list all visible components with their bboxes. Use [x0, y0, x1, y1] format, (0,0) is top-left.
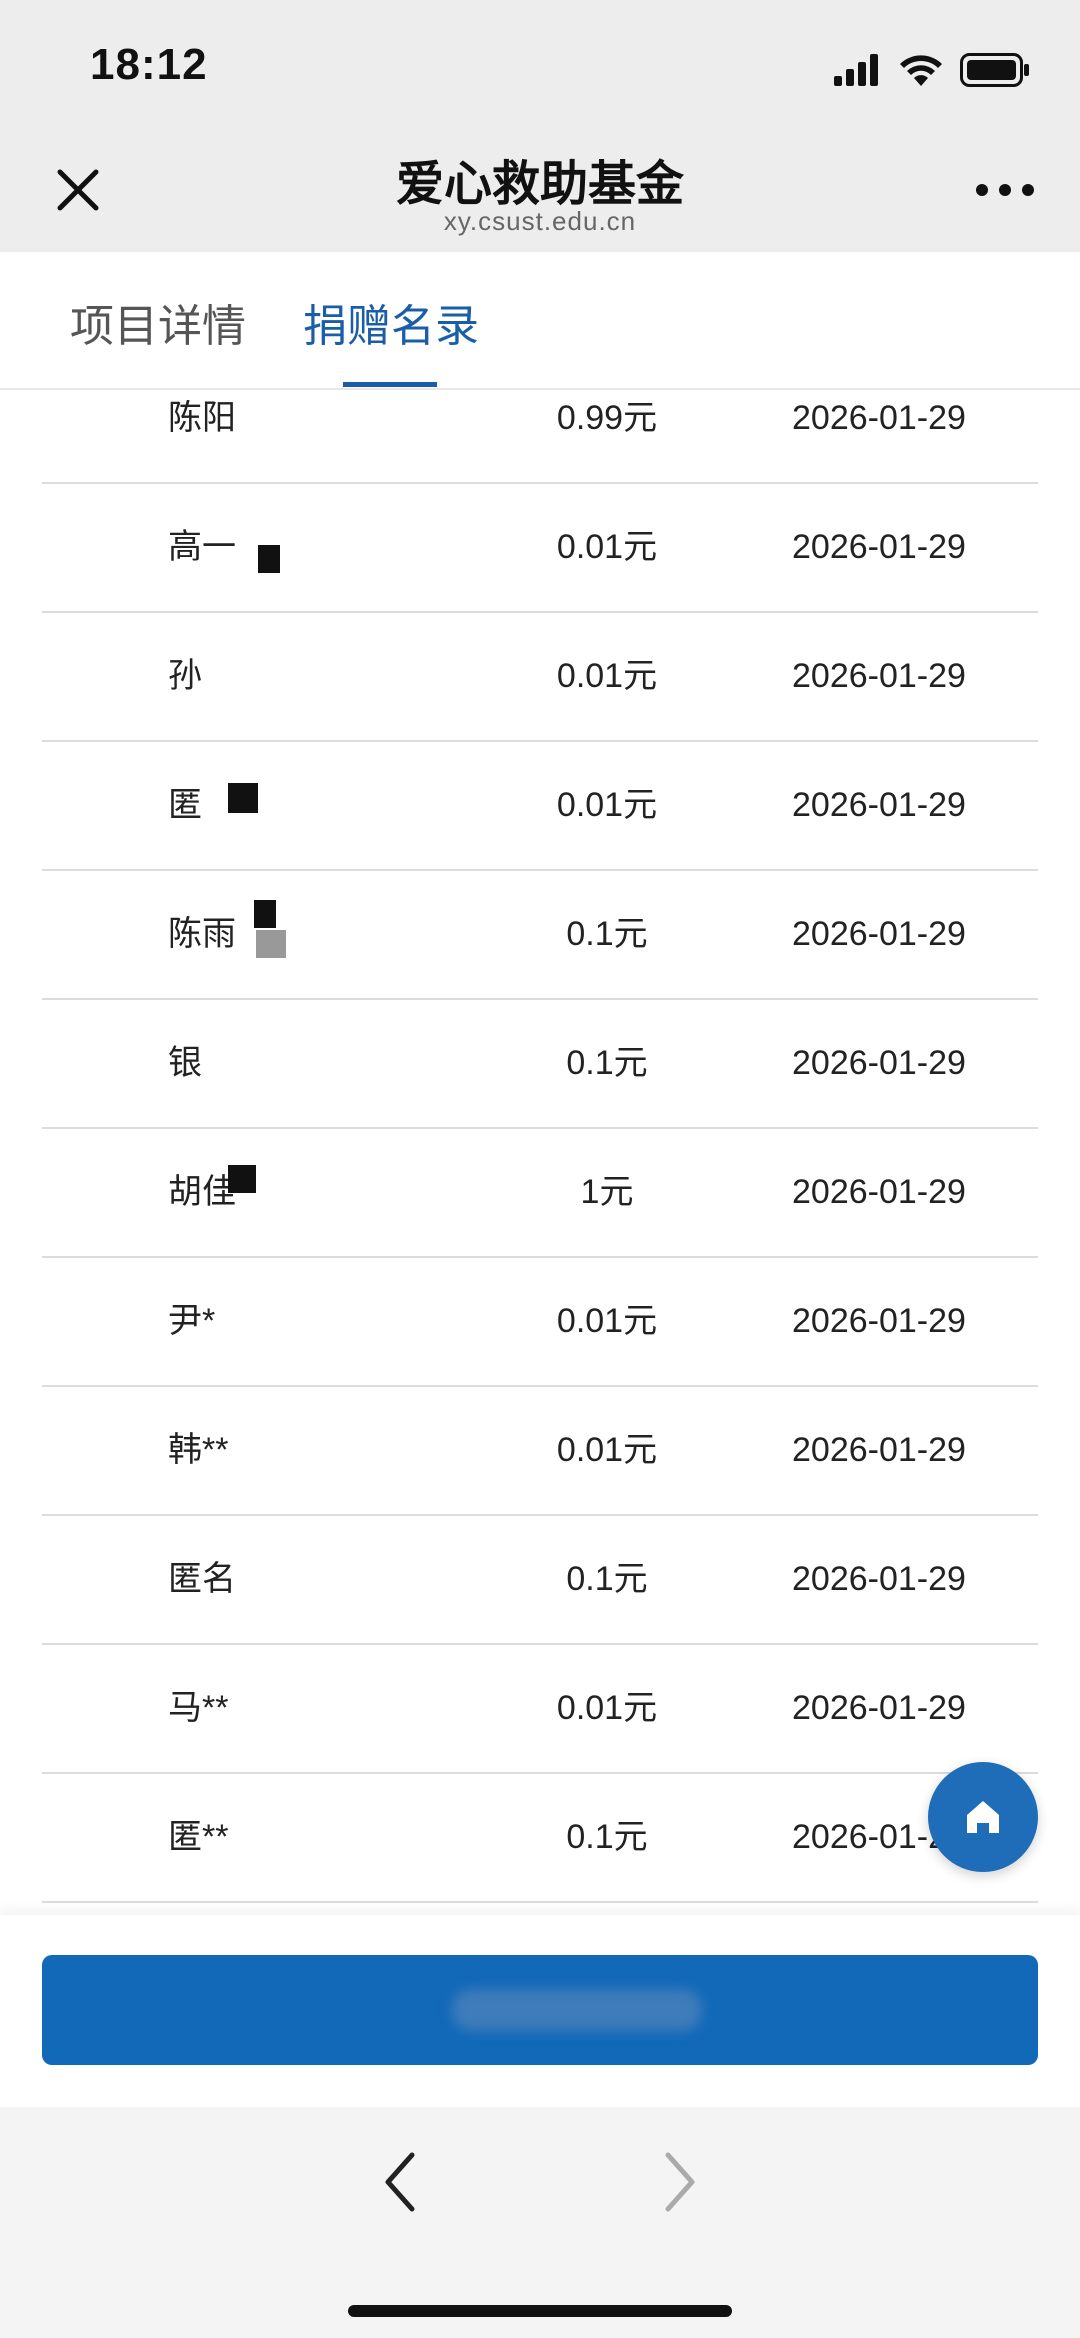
- back-button[interactable]: [380, 2147, 420, 2217]
- donation-date: 2026-01-29: [792, 1689, 966, 1727]
- donation-date: 2026-01-29: [792, 1560, 966, 1598]
- list-item: 陈雨 0.1元 2026-01-29: [42, 871, 1038, 1000]
- donor-name: 陈雨: [168, 915, 236, 953]
- donation-amount: 1元: [580, 1173, 634, 1211]
- list-item: 陈阳 0.99元 2026-01-29: [42, 390, 1038, 484]
- donation-amount: 0.01元: [556, 786, 658, 824]
- donation-amount: 0.1元: [566, 915, 648, 953]
- tab-donor-list[interactable]: 捐赠名录: [303, 290, 479, 354]
- more-button[interactable]: [970, 170, 1040, 210]
- wifi-icon: [900, 55, 942, 86]
- forward-button[interactable]: [660, 2147, 700, 2217]
- donor-name: 高一: [168, 528, 236, 566]
- list-item: 银 0.1元 2026-01-29: [42, 1000, 1038, 1129]
- back-icon: [385, 2152, 415, 2212]
- donation-amount: 0.1元: [566, 1818, 648, 1856]
- donor-name: 匿**: [168, 1818, 229, 1856]
- donation-date: 2026-01-29: [792, 1044, 966, 1082]
- forward-icon: [665, 2152, 695, 2212]
- donation-date: 2026-01-29: [792, 657, 966, 695]
- list-item: 孙 0.01元 2026-01-29: [42, 613, 1038, 742]
- donation-amount: 0.01元: [556, 1302, 658, 1340]
- donation-date: 2026-01-29: [792, 786, 966, 824]
- donation-date: 2026-01-29: [792, 1302, 966, 1340]
- more-icon: [976, 184, 1034, 196]
- nav-header: 爱心救助基金 xy.csust.edu.cn: [0, 130, 1080, 252]
- donation-date: 2026-01-29: [792, 1173, 966, 1211]
- signal-icon: [834, 54, 878, 86]
- donor-name: 孙: [168, 657, 202, 695]
- donation-date: 2026-01-29: [792, 915, 966, 953]
- tab-project-details[interactable]: 项目详情: [70, 290, 246, 354]
- tab-bar: 项目详情 捐赠名录: [0, 252, 1080, 390]
- bottom-action-bar: [0, 1915, 1080, 2107]
- donor-name: 韩**: [168, 1431, 229, 1469]
- list-item: 马** 0.01元 2026-01-29: [42, 1645, 1038, 1774]
- battery-icon: [960, 53, 1029, 87]
- redaction-mark: [258, 545, 280, 573]
- donation-amount: 0.01元: [556, 1431, 658, 1469]
- donation-amount: 0.99元: [556, 399, 658, 437]
- donor-name: 匿名: [168, 1560, 236, 1598]
- redaction-mark: [254, 900, 276, 928]
- donor-name: 银: [168, 1044, 202, 1082]
- redaction-mark: [256, 930, 286, 958]
- home-button[interactable]: [928, 1762, 1038, 1872]
- list-item: 尹* 0.01元 2026-01-29: [42, 1258, 1038, 1387]
- status-icons: [834, 50, 1030, 90]
- donor-name: 陈阳: [168, 399, 236, 437]
- donor-name: 马**: [168, 1689, 229, 1727]
- donation-list[interactable]: 陈阳 0.99元 2026-01-29 高一 0.01元 2026-01-29 …: [0, 390, 1080, 1915]
- list-item: 胡佳 1元 2026-01-29: [42, 1129, 1038, 1258]
- donation-date: 2026-01-29: [792, 399, 966, 437]
- redaction-mark: [228, 783, 258, 813]
- list-item: 高一 0.01元 2026-01-29: [42, 484, 1038, 613]
- page-url: xy.csust.edu.cn: [443, 206, 637, 236]
- donation-amount: 0.01元: [556, 1689, 658, 1727]
- donate-button[interactable]: [42, 1955, 1038, 2065]
- donation-amount: 0.1元: [566, 1044, 648, 1082]
- donation-date: 2026-01-29: [792, 528, 966, 566]
- status-time: 18:12: [90, 40, 208, 89]
- home-indicator: [348, 2305, 732, 2317]
- page-title: 爱心救助基金: [395, 158, 684, 211]
- list-item: 匿名 0.1元 2026-01-29: [42, 1516, 1038, 1645]
- browser-toolbar: [0, 2107, 1080, 2338]
- donor-name: 尹*: [168, 1302, 216, 1340]
- list-item: 匿** 0.1元 2026-01-29: [42, 1774, 1038, 1903]
- donation-amount: 0.01元: [556, 528, 658, 566]
- home-icon: [967, 1801, 999, 1833]
- active-tab-indicator: [343, 382, 437, 387]
- list-item: 韩** 0.01元 2026-01-29: [42, 1387, 1038, 1516]
- list-item: 匿 0.01元 2026-01-29: [42, 742, 1038, 871]
- donation-amount: 0.01元: [556, 657, 658, 695]
- redaction-mark: [228, 1165, 256, 1193]
- status-bar: 18:12: [0, 0, 1080, 130]
- donation-date: 2026-01-29: [792, 1431, 966, 1469]
- blurred-button-label: [452, 1989, 702, 2031]
- donation-amount: 0.1元: [566, 1560, 648, 1598]
